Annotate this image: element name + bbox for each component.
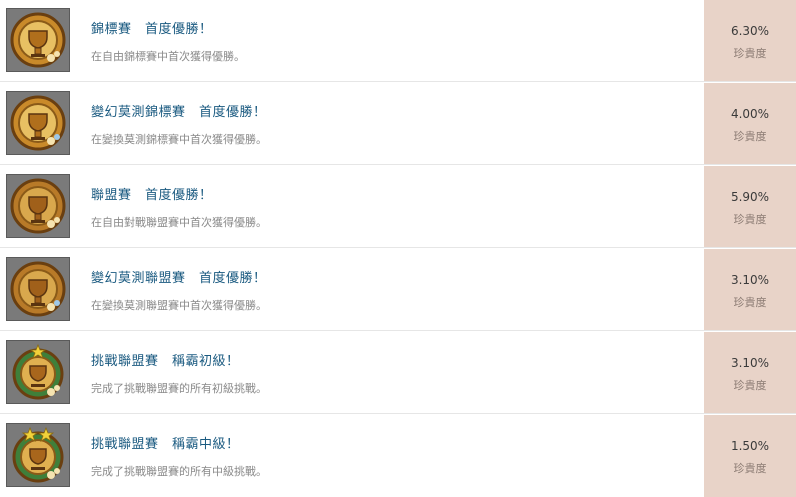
achievement-list: 錦標賽 首度優勝！ 在自由錦標賽中首次獲得優勝。 6.30% 珍貴度 變幻莫測錦… — [0, 0, 796, 497]
achievement-row[interactable]: 錦標賽 首度優勝！ 在自由錦標賽中首次獲得優勝。 6.30% 珍貴度 — [0, 0, 796, 82]
achievement-description: 在變換莫測錦標賽中首次獲得優勝。 — [91, 133, 267, 146]
trophy-badge-icon — [6, 257, 70, 321]
achievement-title: 挑戰聯盟賽 稱霸中級！ — [91, 437, 240, 452]
achievement-description: 在自由對戰聯盟賽中首次獲得優勝。 — [91, 216, 267, 229]
achievement-row[interactable]: 變幻莫測聯盟賽 首度優勝！ 在變換莫測聯盟賽中首次獲得優勝。 3.10% 珍貴度 — [0, 249, 796, 331]
rarity-cell: 4.00% 珍貴度 — [704, 83, 796, 164]
rarity-cell: 1.50% 珍貴度 — [704, 415, 796, 497]
achievement-title: 錦標賽 首度優勝！ — [91, 22, 213, 37]
star-trophy-badge-icon — [6, 423, 70, 487]
achievement-description: 在自由錦標賽中首次獲得優勝。 — [91, 50, 245, 63]
rarity-percent: 4.00% — [730, 107, 770, 121]
rarity-cell: 6.30% 珍貴度 — [704, 0, 796, 81]
rarity-percent: 1.50% — [730, 439, 770, 453]
achievement-row[interactable]: 變幻莫測錦標賽 首度優勝！ 在變換莫測錦標賽中首次獲得優勝。 4.00% 珍貴度 — [0, 83, 796, 165]
rarity-label: 珍貴度 — [733, 47, 767, 60]
achievement-row[interactable]: 挑戰聯盟賽 稱霸初級！ 完成了挑戰聯盟賽的所有初級挑戰。 3.10% 珍貴度 — [0, 332, 796, 414]
star-trophy-badge-icon — [6, 340, 70, 404]
rarity-label: 珍貴度 — [733, 130, 767, 143]
achievement-title: 變幻莫測聯盟賽 首度優勝！ — [91, 271, 267, 286]
trophy-badge-icon — [6, 91, 70, 155]
achievement-title: 挑戰聯盟賽 稱霸初級！ — [91, 354, 240, 369]
rarity-percent: 3.10% — [730, 273, 770, 287]
achievement-description: 完成了挑戰聯盟賽的所有中級挑戰。 — [91, 465, 267, 478]
rarity-percent: 6.30% — [730, 24, 770, 38]
achievement-description: 在變換莫測聯盟賽中首次獲得優勝。 — [91, 299, 267, 312]
achievement-description: 完成了挑戰聯盟賽的所有初級挑戰。 — [91, 382, 267, 395]
achievement-title: 變幻莫測錦標賽 首度優勝！ — [91, 105, 267, 120]
trophy-badge-icon — [6, 8, 70, 72]
rarity-label: 珍貴度 — [733, 462, 767, 475]
rarity-cell: 5.90% 珍貴度 — [704, 166, 796, 247]
rarity-percent: 3.10% — [730, 356, 770, 370]
rarity-label: 珍貴度 — [733, 379, 767, 392]
rarity-cell: 3.10% 珍貴度 — [704, 332, 796, 413]
achievement-title: 聯盟賽 首度優勝！ — [91, 188, 213, 203]
trophy-badge-icon — [6, 174, 70, 238]
rarity-percent: 5.90% — [730, 190, 770, 204]
achievement-row[interactable]: 挑戰聯盟賽 稱霸中級！ 完成了挑戰聯盟賽的所有中級挑戰。 1.50% 珍貴度 — [0, 415, 796, 497]
rarity-cell: 3.10% 珍貴度 — [704, 249, 796, 330]
achievement-row[interactable]: 聯盟賽 首度優勝！ 在自由對戰聯盟賽中首次獲得優勝。 5.90% 珍貴度 — [0, 166, 796, 248]
rarity-label: 珍貴度 — [733, 296, 767, 309]
rarity-label: 珍貴度 — [733, 213, 767, 226]
